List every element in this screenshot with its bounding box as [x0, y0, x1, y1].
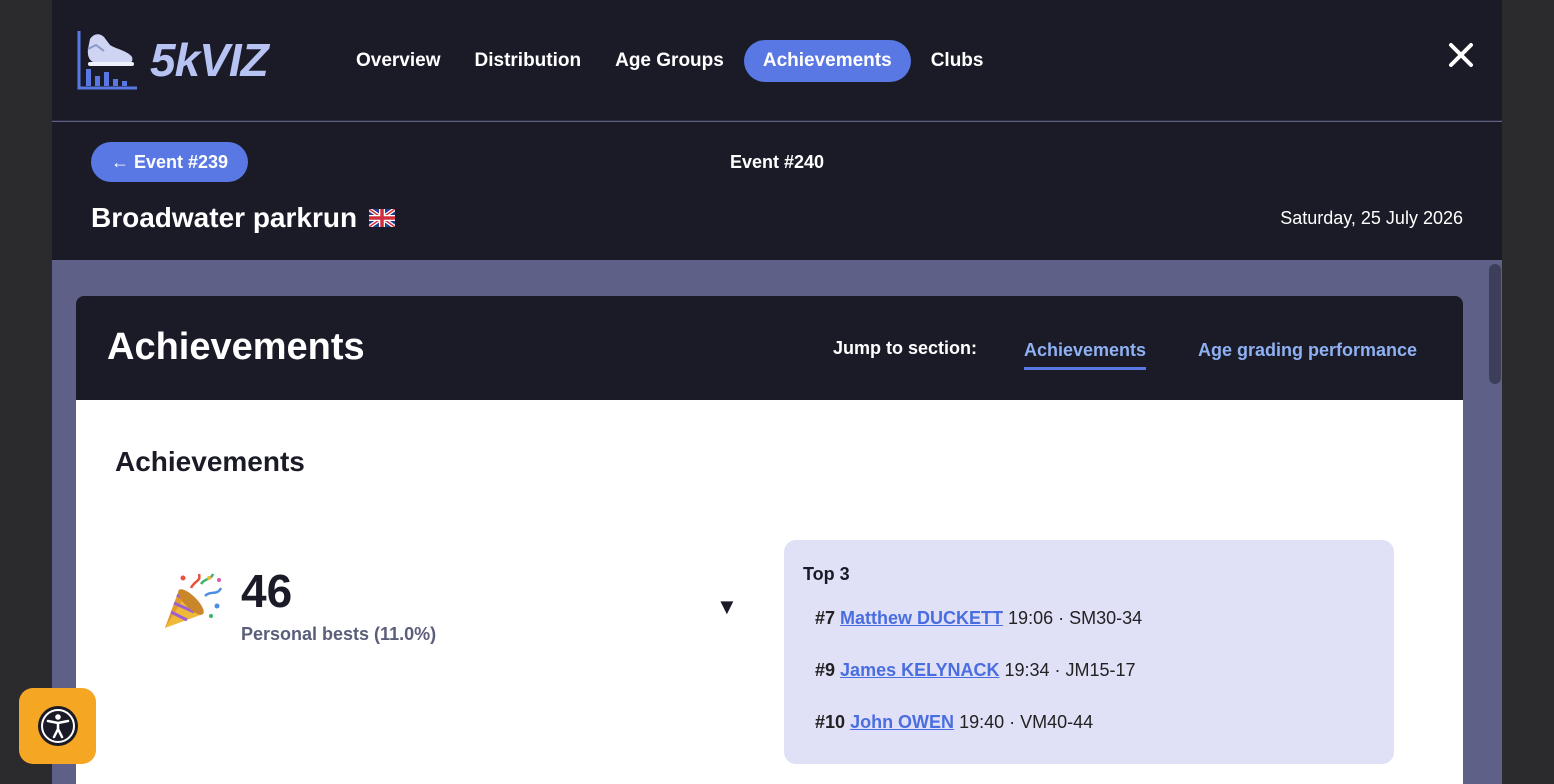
runner-link[interactable]: John OWEN [850, 712, 954, 732]
runner-link[interactable]: Matthew DUCKETT [840, 608, 1003, 628]
brand-name: 5kVIZ [150, 34, 269, 86]
logo[interactable]: 5kVIZ [76, 28, 269, 92]
jump-to-label: Jump to section: [833, 338, 978, 358]
top3-row: #10 John OWEN 19:40 · VM40-44 [815, 712, 1093, 733]
current-event-number: Event #240 [729, 152, 825, 172]
close-icon[interactable] [1448, 42, 1474, 68]
stat-text: 46 Personal bests (11.0%) [241, 568, 436, 645]
jump-link-age-grading[interactable]: Age grading performance [1198, 340, 1417, 361]
personal-bests-label: Personal bests (11.0%) [241, 624, 437, 644]
scrollbar-thumb[interactable] [1489, 264, 1501, 384]
nav-achievements[interactable]: Achievements [743, 40, 911, 82]
nav-overview[interactable]: Overview [342, 40, 455, 82]
runner-rank: #9 [815, 660, 836, 680]
card-title: Achievements [107, 326, 365, 368]
top3-row: #9 James KELYNACK 19:34 · JM15-17 [815, 660, 1136, 681]
card-body: Achievements 46 Personal bests (11.0%) ▼… [76, 400, 1463, 784]
top3-panel: Top 3 #7 Matthew DUCKETT 19:06 · SM30-34… [784, 540, 1394, 764]
top3-row: #7 Matthew DUCKETT 19:06 · SM30-34 [815, 608, 1142, 629]
event-name: Broadwater parkrun [91, 202, 358, 233]
running-chart-icon [77, 31, 137, 90]
app-window: 5kVIZ Overview Distribution Age Groups A… [52, 0, 1502, 784]
personal-bests-count: 46 [241, 565, 293, 617]
event-header: ← Event #239 Event #240 Broadwater parkr… [52, 122, 1502, 260]
runner-rank: #10 [815, 712, 846, 732]
nav-age-groups[interactable]: Age Groups [601, 40, 738, 82]
nav-distribution[interactable]: Distribution [461, 40, 596, 82]
top-navigation: 5kVIZ Overview Distribution Age Groups A… [52, 0, 1502, 121]
section-title: Achievements [115, 446, 305, 477]
main-nav: Overview Distribution Age Groups Achieve… [342, 40, 1003, 82]
nav-clubs[interactable]: Clubs [917, 40, 998, 82]
party-popper-icon [165, 573, 223, 628]
accessibility-button[interactable] [19, 688, 96, 764]
uk-flag-icon [369, 209, 396, 227]
expand-toggle[interactable]: ▼ [716, 594, 738, 620]
top3-title: Top 3 [803, 564, 850, 584]
event-date: Saturday, 25 July 2026 [1280, 208, 1463, 228]
card-header: Achievements Jump to section: Achievemen… [76, 296, 1463, 400]
jump-link-achievements[interactable]: Achievements [1024, 340, 1147, 370]
personal-bests-stat: 46 Personal bests (11.0%) [161, 568, 436, 645]
runner-details: 19:40 · VM40-44 [954, 712, 1094, 732]
runner-rank: #7 [815, 608, 836, 628]
accessibility-icon [37, 706, 78, 746]
runner-details: 19:06 · SM30-34 [1003, 608, 1143, 628]
runner-link[interactable]: James KELYNACK [840, 660, 999, 680]
runner-details: 19:34 · JM15-17 [999, 660, 1136, 680]
event-title: Broadwater parkrun [91, 202, 396, 234]
achievements-card: Achievements Jump to section: Achievemen… [76, 296, 1463, 784]
